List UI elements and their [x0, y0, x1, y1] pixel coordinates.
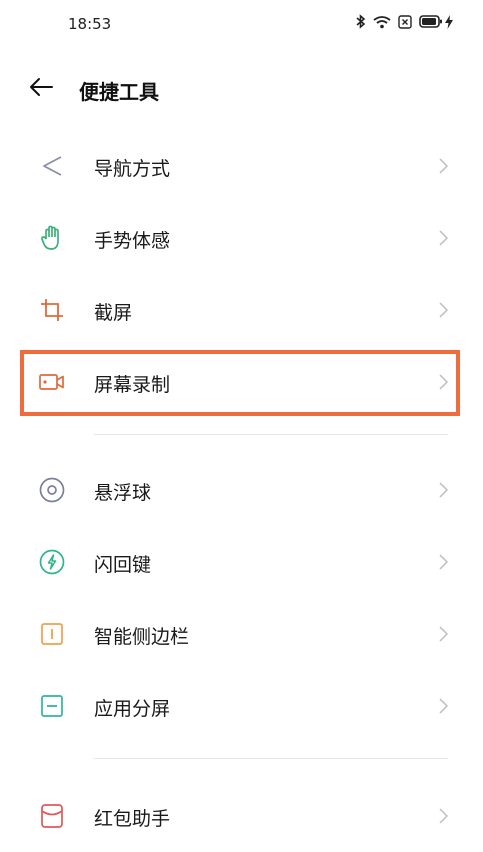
- chevron-right-icon: [437, 552, 451, 572]
- hand-gesture-icon: [38, 224, 66, 252]
- list-item-label: 悬浮球: [94, 482, 152, 504]
- list-item-smart-sidebar[interactable]: 智能侧边栏: [0, 606, 483, 662]
- list-item-floating-ball[interactable]: 悬浮球: [0, 462, 483, 518]
- list-item-label: 截屏: [94, 302, 133, 324]
- back-arrow-icon[interactable]: [29, 77, 53, 101]
- list-item-label: 应用分屏: [94, 698, 171, 720]
- flashback-icon: [38, 548, 66, 576]
- chevron-right-icon: [437, 300, 451, 320]
- chevron-right-icon: [437, 156, 451, 176]
- list-item-red-envelope-assistant[interactable]: 红包助手: [0, 788, 483, 844]
- chevron-right-icon: [437, 228, 451, 248]
- header: 便捷工具: [0, 70, 483, 108]
- list-item-label: 红包助手: [94, 808, 171, 830]
- wifi-icon: [373, 15, 391, 29]
- page-title: 便捷工具: [79, 80, 159, 104]
- list-item-screenshot[interactable]: 截屏: [0, 282, 483, 338]
- sim-icon: [398, 14, 412, 29]
- chevron-right-icon: [437, 696, 451, 716]
- list-item-label: 导航方式: [94, 158, 171, 180]
- status-time: 18:53: [68, 15, 112, 33]
- red-envelope-icon: [38, 802, 66, 830]
- list-item-navigation-mode[interactable]: 导航方式: [0, 138, 483, 194]
- status-bar: 18:53: [0, 0, 483, 50]
- status-icons: [356, 14, 453, 29]
- list-item-split-screen[interactable]: 应用分屏: [0, 678, 483, 734]
- split-screen-icon: [38, 692, 66, 720]
- chevron-right-icon: [437, 624, 451, 644]
- crop-icon: [38, 296, 66, 324]
- highlight-box: [20, 350, 460, 416]
- list-item-label: 闪回键: [94, 554, 152, 576]
- battery-icon: [419, 15, 443, 28]
- chevron-right-icon: [437, 480, 451, 500]
- divider: [94, 758, 448, 759]
- back-button[interactable]: [26, 74, 56, 104]
- charging-icon: [445, 14, 453, 29]
- navigation-icon: [38, 152, 66, 180]
- list-item-gesture-motion[interactable]: 手势体感: [0, 210, 483, 266]
- list-item-label: 手势体感: [94, 230, 171, 252]
- bluetooth-icon: [356, 14, 366, 29]
- divider: [94, 434, 448, 435]
- sidebar-icon: [38, 620, 66, 648]
- floating-ball-icon: [38, 476, 66, 504]
- list-item-flashback-key[interactable]: 闪回键: [0, 534, 483, 590]
- list-item-label: 智能侧边栏: [94, 626, 190, 648]
- chevron-right-icon: [437, 806, 451, 826]
